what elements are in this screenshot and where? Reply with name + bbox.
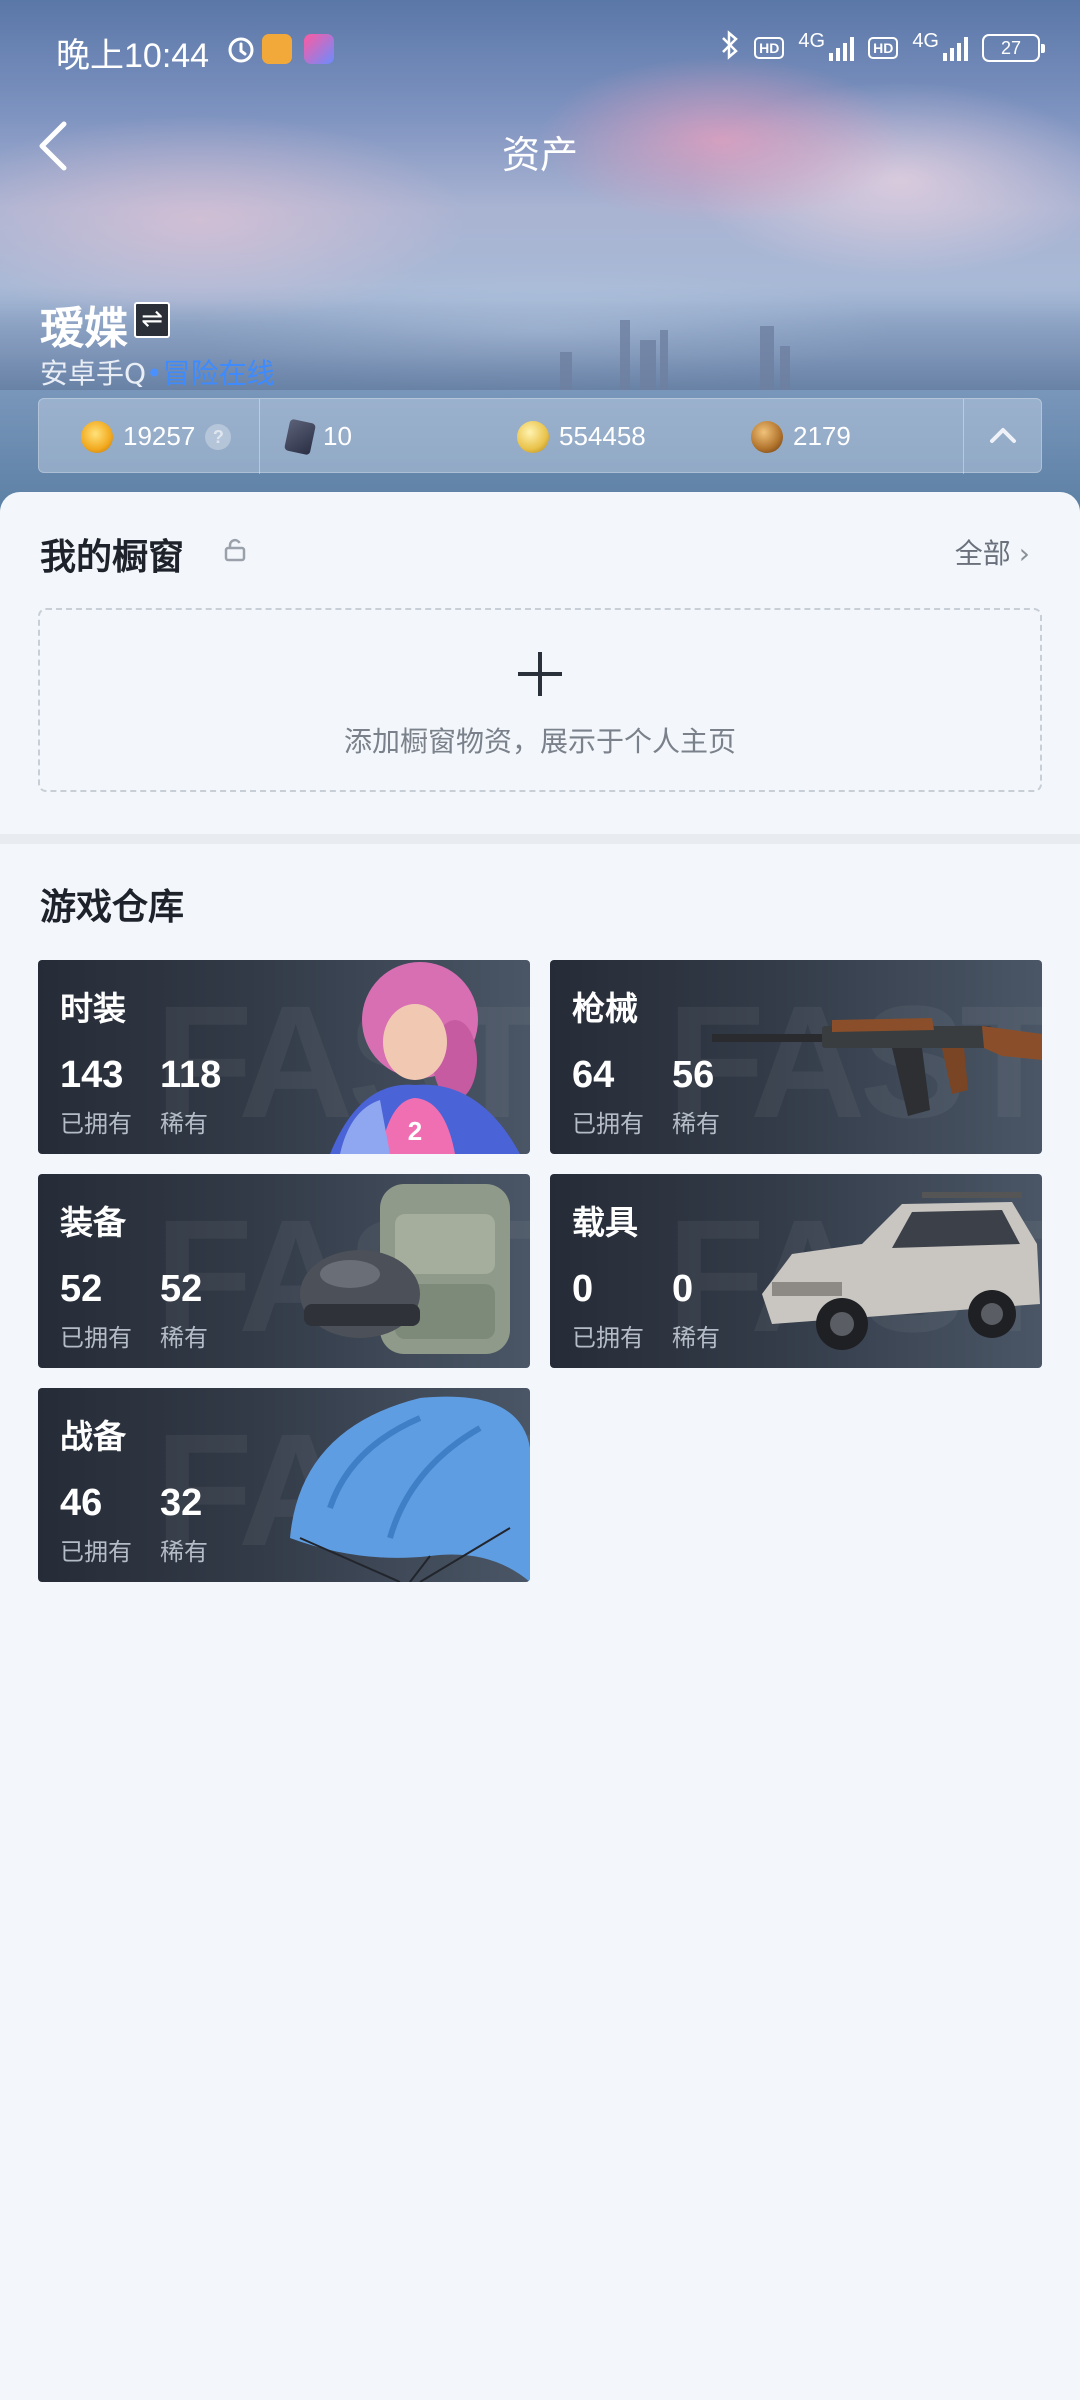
flame-coin-icon (81, 420, 113, 453)
card-label: 战备 (60, 1417, 126, 1456)
rare-count: 0 (672, 1268, 694, 1310)
skyline-tower (780, 346, 790, 390)
showcase-empty-hint: 添加橱窗物资，展示于个人主页 (343, 725, 736, 758)
bluetooth-icon (720, 30, 740, 66)
status-time: 晚上10:44 (56, 37, 210, 75)
card-label: 枪械 (572, 989, 638, 1028)
owned-count: 143 (60, 1054, 124, 1096)
help-icon[interactable]: ? (205, 423, 232, 450)
skyline-tower (660, 330, 668, 390)
gold-coin-icon (517, 420, 549, 453)
game-app-icon (304, 34, 334, 64)
currency-value: 19257 (123, 421, 196, 451)
alarm-icon (226, 34, 256, 64)
rare-label: 稀有 (160, 1538, 208, 1566)
divider (259, 399, 260, 474)
signal-icon (943, 35, 968, 61)
warehouse-card-supplies[interactable]: FAST 战备 46 32 已拥有 稀有 (38, 1388, 530, 1582)
owned-label: 已拥有 (60, 1538, 132, 1566)
rifle-image (712, 1018, 1042, 1116)
warehouse-card-firearms[interactable]: FAST 枪械 64 56 已拥有 稀有 (550, 960, 1042, 1154)
parachute-image (290, 1396, 530, 1582)
owned-label: 已拥有 (60, 1110, 132, 1138)
character-outfit-image: 2 (330, 962, 520, 1154)
car-image (762, 1192, 1040, 1350)
see-all-link[interactable]: 全部 › (955, 532, 1030, 572)
currency-value: 2179 (793, 421, 851, 451)
currency-item[interactable]: 10 (283, 399, 352, 474)
lock-icon (224, 538, 246, 562)
username: 瑷媟 (40, 303, 128, 354)
platform-info: 安卓手Q•冒险在线 (40, 352, 275, 392)
owned-label: 已拥有 (572, 1324, 644, 1352)
page-title: 资产 (501, 133, 578, 177)
status-bar: 晚上10:44 HD 4G HD 4G 27 (0, 0, 1080, 104)
add-showcase-item-button[interactable]: 添加橱窗物资，展示于个人主页 (38, 608, 1042, 792)
owned-count: 52 (60, 1268, 103, 1310)
currency-bar: 19257 ? 10 554458 2179 (38, 398, 1042, 474)
warehouse-card-outfit[interactable]: FAST 2 时装 143 118 已拥有 稀有 (38, 960, 530, 1154)
battery-indicator: 27 (982, 34, 1045, 62)
network-label: 4G (798, 29, 826, 52)
warehouse-card-vehicles[interactable]: FAST 载具 0 0 已拥有 稀有 (550, 1174, 1042, 1368)
main-panel: 我的橱窗 全部 › 添加橱窗物资，展示于个人主页 游戏仓库 FAST 2 时装 1… (0, 492, 1080, 2400)
platform-label: 安卓手Q (40, 357, 147, 390)
notes-app-icon (262, 34, 292, 64)
currency-item[interactable]: 554458 (517, 399, 646, 474)
rare-count: 52 (160, 1268, 203, 1310)
owned-count: 0 (572, 1268, 594, 1310)
bronze-coin-icon (751, 420, 783, 453)
svg-text:2: 2 (408, 1116, 422, 1146)
rare-label: 稀有 (160, 1324, 208, 1352)
currency-item[interactable]: 2179 (751, 399, 851, 474)
chevron-right-icon: › (1018, 537, 1030, 570)
rare-label: 稀有 (160, 1110, 208, 1138)
owned-count: 46 (60, 1482, 103, 1524)
signal-icon (829, 35, 855, 61)
rare-count: 56 (672, 1054, 715, 1096)
owned-label: 已拥有 (60, 1324, 132, 1352)
skyline-tower (760, 326, 774, 390)
warehouse-title: 游戏仓库 (40, 887, 185, 928)
skyline-tower (640, 340, 656, 390)
chevron-up-icon (990, 428, 1016, 443)
skyline-tower (620, 320, 630, 390)
showcase-title: 我的橱窗 (40, 537, 185, 578)
rare-label: 稀有 (672, 1324, 720, 1352)
skyline-tower (560, 352, 572, 390)
card-label: 装备 (60, 1203, 126, 1242)
currency-item[interactable]: 19257 ? (81, 399, 232, 474)
currency-value: 554458 (559, 421, 646, 451)
status-dot: • (146, 357, 163, 390)
collapse-button[interactable] (963, 399, 1041, 474)
rare-count: 118 (160, 1054, 222, 1096)
warehouse-card-equipment[interactable]: FAST 装备 52 52 已拥有 稀有 (38, 1174, 530, 1368)
plus-icon (518, 652, 562, 696)
online-status: 冒险在线 (162, 357, 275, 390)
see-all-label: 全部 (954, 537, 1011, 570)
rare-count: 32 (160, 1482, 203, 1524)
switch-account-icon[interactable]: ⇌ (134, 302, 170, 338)
rare-label: 稀有 (672, 1110, 720, 1138)
owned-label: 已拥有 (572, 1110, 644, 1138)
network-label: 4G (912, 29, 939, 52)
section-divider (0, 834, 1080, 844)
helmet-backpack-image (300, 1184, 510, 1354)
currency-value: 10 (323, 421, 352, 451)
owned-count: 64 (572, 1054, 615, 1096)
card-label: 载具 (572, 1203, 638, 1242)
hd-badge: HD (868, 37, 899, 59)
card-icon (283, 418, 317, 455)
card-label: 时装 (60, 989, 126, 1028)
hd-badge: HD (754, 37, 785, 59)
